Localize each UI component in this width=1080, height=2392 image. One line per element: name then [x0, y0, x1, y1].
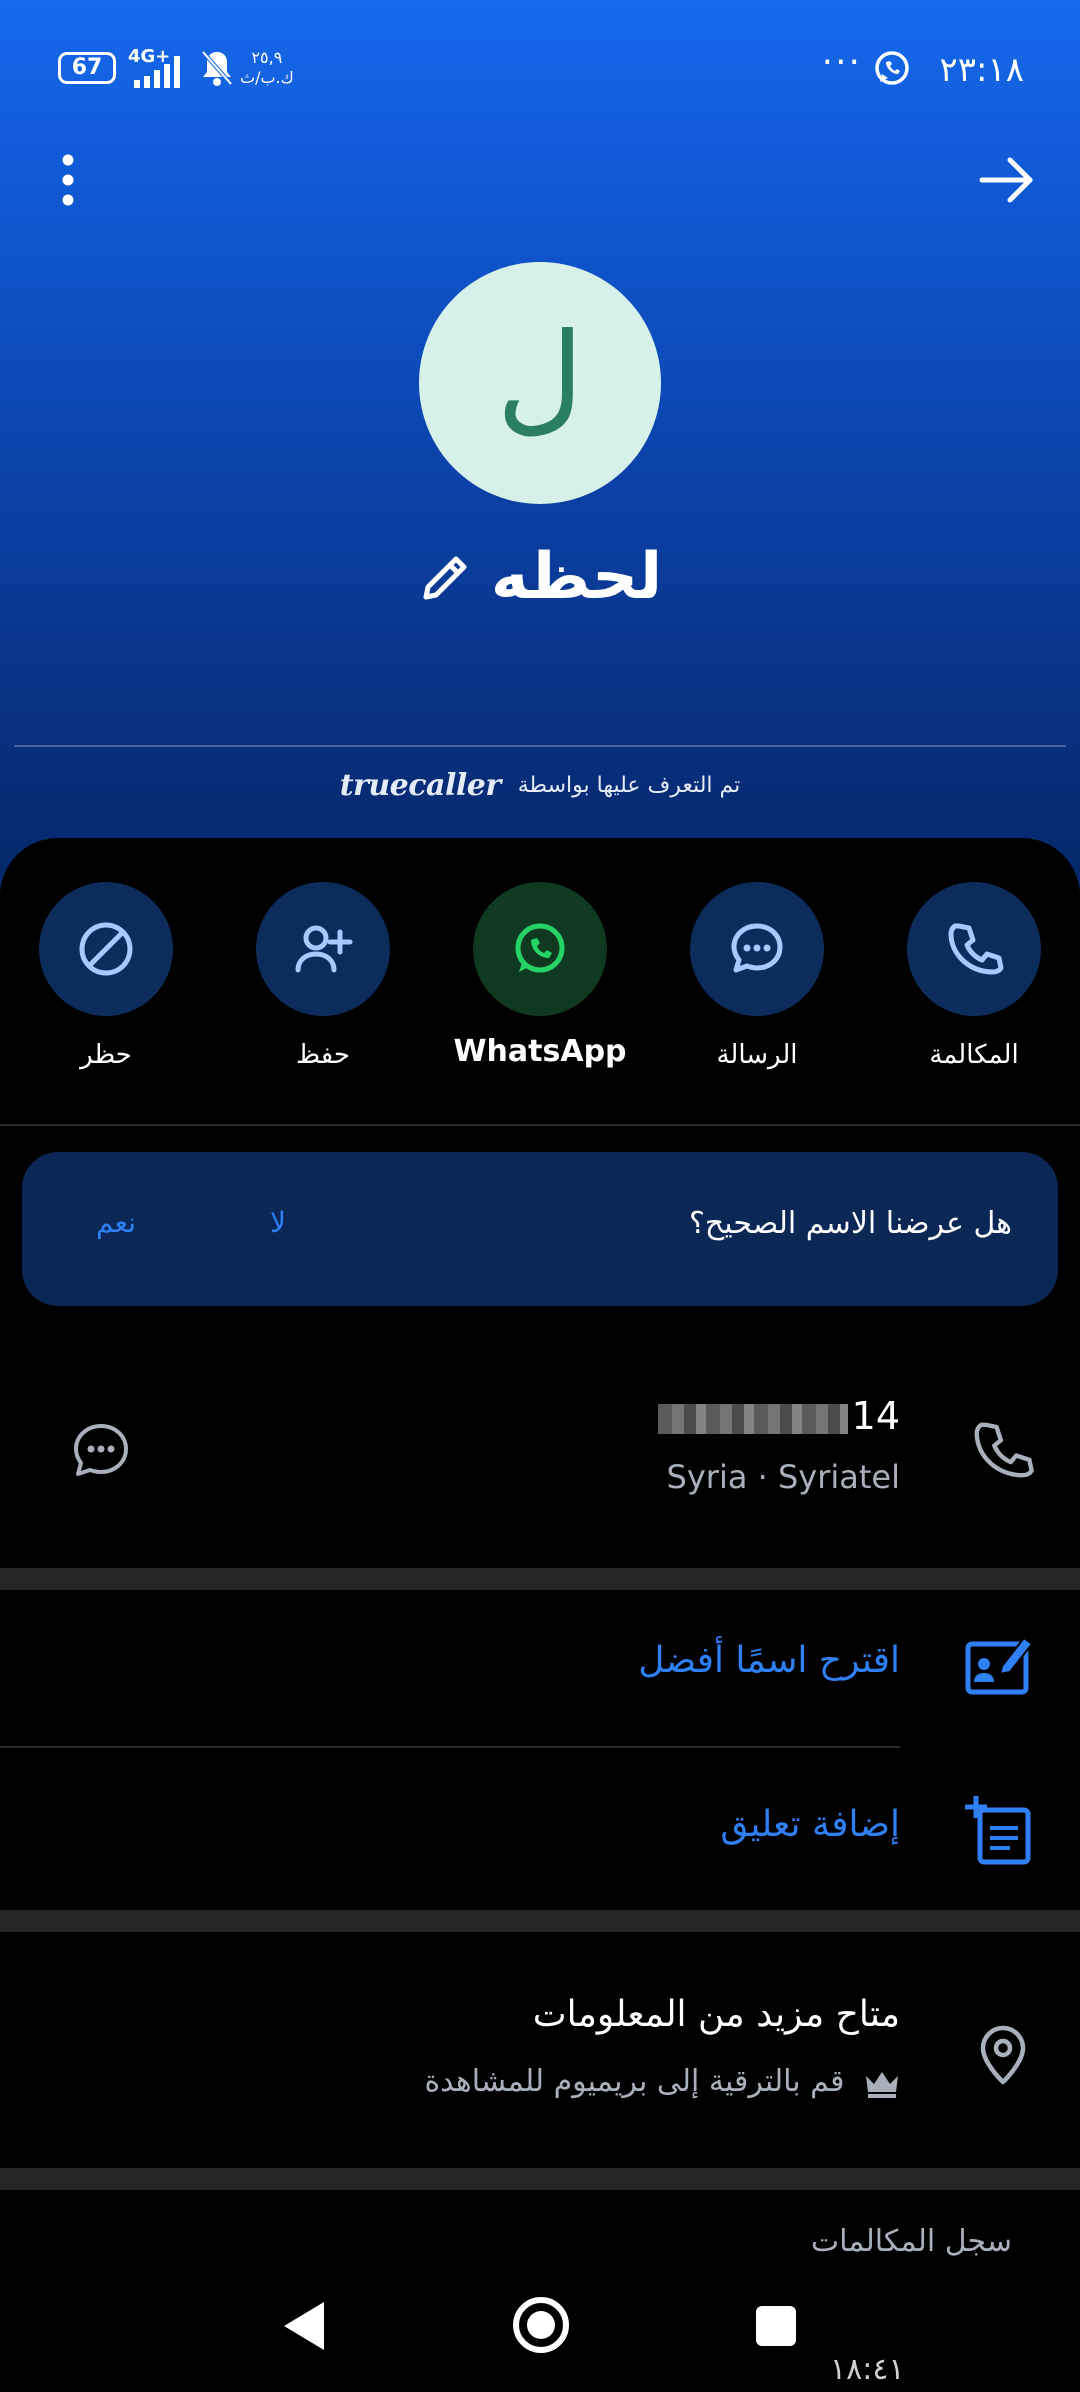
nav-home-icon[interactable] — [510, 2294, 572, 2356]
edit-card-icon — [965, 1636, 1034, 1695]
premium-info-row[interactable]: متاح مزيد من المعلومات قم بالترقية إلى ب… — [0, 1976, 1080, 2126]
premium-upgrade-text[interactable]: قم بالترقية إلى بريميوم للمشاهدة — [424, 2064, 900, 2099]
phone-icon[interactable] — [968, 1416, 1036, 1484]
add-person-icon — [295, 925, 353, 973]
call-log-header: سجل المكالمات — [810, 2224, 1012, 2259]
whatsapp-button[interactable] — [473, 882, 607, 1016]
name-feedback-card: هل عرضنا الاسم الصحيح؟ لا نعم — [22, 1152, 1058, 1306]
crown-icon — [866, 2071, 898, 2098]
save-label: حفظ — [296, 1040, 350, 1070]
whatsapp-action[interactable]: WhatsApp — [440, 882, 640, 1069]
more-options-icon[interactable] — [52, 150, 88, 210]
phone-icon — [948, 923, 1004, 975]
location-pin-icon — [980, 2025, 1026, 2085]
whatsapp-icon — [515, 923, 565, 973]
back-arrow-icon[interactable] — [974, 150, 1040, 210]
action-bar: حظر حفظ WhatsApp الرسالة المكالمة — [0, 882, 1080, 1082]
chat-icon — [731, 923, 783, 973]
add-note-icon — [965, 1796, 1031, 1865]
feedback-yes-button[interactable]: نعم — [96, 1206, 136, 1239]
row-divider — [0, 1746, 900, 1748]
more-info-title: متاح مزيد من المعلومات — [532, 1994, 900, 2035]
nav-back-icon[interactable] — [280, 2298, 328, 2354]
save-button[interactable] — [256, 882, 390, 1016]
more-notifications-icon: ··· — [821, 42, 862, 83]
signal-icon — [134, 56, 180, 88]
suggest-name-row[interactable]: اقترح اسمًا أفضل — [0, 1596, 1080, 1736]
block-icon — [79, 922, 133, 976]
section-band — [0, 1568, 1080, 1590]
edit-pencil-icon[interactable] — [418, 549, 474, 605]
contact-name-row: لحظه — [0, 540, 1080, 620]
add-comment-link[interactable]: إضافة تعليق — [720, 1804, 900, 1845]
identified-by-text: تم التعرف عليها بواسطة — [517, 773, 741, 798]
redacted-digits — [657, 1403, 848, 1434]
whatsapp-label: WhatsApp — [453, 1034, 627, 1069]
suggest-name-link[interactable]: اقترح اسمًا أفضل — [638, 1640, 900, 1681]
phone-number[interactable]: 14 — [657, 1394, 900, 1438]
battery-indicator: 67 — [58, 52, 116, 84]
contact-name: لحظه — [490, 540, 663, 614]
nav-recents-icon[interactable] — [752, 2302, 800, 2350]
block-label: حظر — [80, 1040, 132, 1070]
call-button[interactable] — [907, 882, 1041, 1016]
identified-by-row: truecaller تم التعرف عليها بواسطة — [0, 768, 1080, 814]
message-label: الرسالة — [716, 1040, 798, 1070]
message-action[interactable]: الرسالة — [657, 882, 857, 1070]
avatar: ل — [419, 262, 661, 504]
call-label: المكالمة — [929, 1040, 1019, 1070]
whatsapp-notification-icon — [875, 51, 909, 85]
sms-icon[interactable] — [70, 1420, 132, 1482]
message-button[interactable] — [690, 882, 824, 1016]
system-nav-bar — [0, 2276, 1080, 2376]
status-bar: 67 4G+ ٢٥,٩ ك.ب/ث ··· ٢٣:١٨ — [0, 40, 1080, 100]
phone-number-row[interactable]: 14 Syria · Syriatel — [0, 1380, 1080, 1520]
feedback-question: هل عرضنا الاسم الصحيح؟ — [688, 1206, 1012, 1241]
actions-divider — [0, 1124, 1080, 1126]
section-band — [0, 1910, 1080, 1932]
muted-bell-icon — [201, 50, 233, 86]
clock: ٢٣:١٨ — [939, 50, 1024, 90]
truecaller-logo: truecaller — [339, 768, 501, 803]
call-action[interactable]: المكالمة — [874, 882, 1074, 1070]
save-action[interactable]: حفظ — [223, 882, 423, 1070]
network-speed: ٢٥,٩ ك.ب/ث — [240, 48, 294, 87]
call-log-time-peek: ١٨:٤١ — [830, 2352, 905, 2387]
block-button[interactable] — [39, 882, 173, 1016]
block-action[interactable]: حظر — [6, 882, 206, 1070]
phone-carrier: Syria · Syriatel — [666, 1458, 900, 1496]
header-divider — [14, 745, 1066, 747]
feedback-no-button[interactable]: لا — [270, 1206, 286, 1239]
add-comment-row[interactable]: إضافة تعليق — [0, 1760, 1080, 1900]
section-band — [0, 2168, 1080, 2190]
